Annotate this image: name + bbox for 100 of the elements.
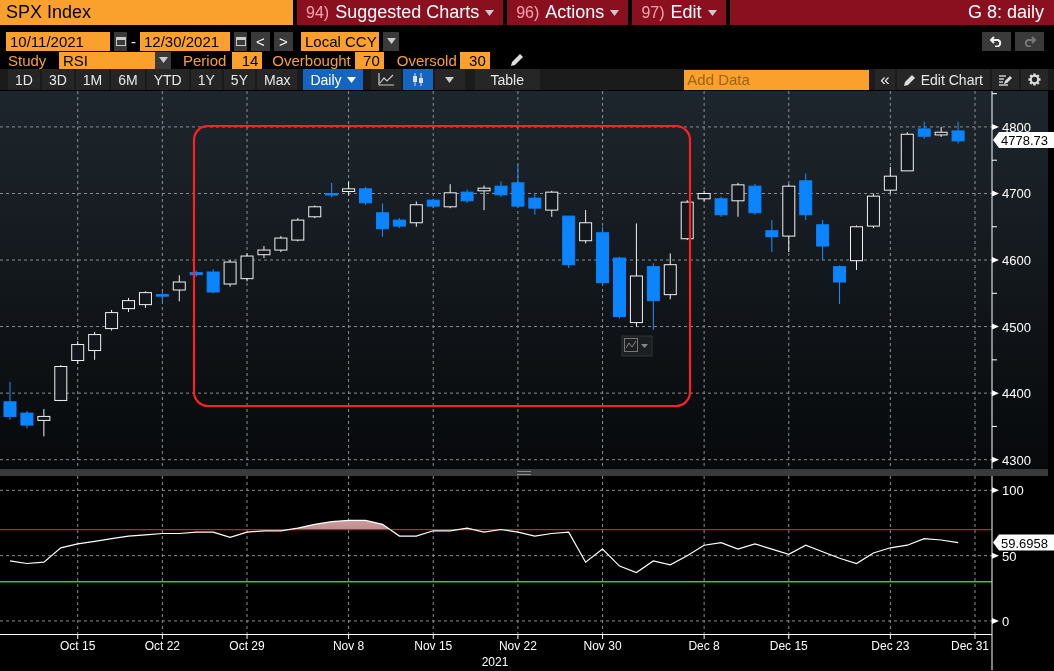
candlestick [359,186,373,206]
period-button[interactable]: Max [256,69,298,90]
menu-button[interactable]: 97) Edit [632,0,726,25]
candlestick [240,252,254,282]
candlestick [799,173,813,221]
candlestick [697,190,711,202]
year-label: 2021 [481,655,509,669]
chart-style-button[interactable] [402,69,433,90]
add-data-field[interactable]: Add Data [684,69,870,90]
frequency-dropdown[interactable]: Daily [303,69,363,90]
candlestick [392,217,406,229]
candlestick [274,235,288,253]
candlestick [545,190,559,218]
date-label: Dec 15 [769,639,808,653]
date-label: Nov 30 [583,639,622,653]
candlestick [223,259,237,288]
axis-label: 4700 [1002,186,1031,202]
caret-icon [610,9,620,16]
period-button[interactable]: 1D [8,69,40,90]
period-button[interactable]: YTD [146,69,189,90]
settings-button[interactable] [1021,69,1048,90]
axis-label: 4600 [1002,253,1031,269]
menu-button[interactable]: 96) Actions [507,0,629,25]
candlestick [917,121,931,140]
candlestick [206,268,220,294]
candlestick [189,270,203,278]
candlestick [562,215,576,269]
menu-button[interactable]: 94) Suggested Charts [297,0,504,25]
candlestick [765,219,779,253]
study-label: Study [8,51,48,69]
caret-icon [485,9,495,16]
next-button[interactable]: > [274,31,293,51]
period-button[interactable]: 5Y [223,69,255,90]
oversold-field[interactable]: 30 [459,51,490,69]
period-button[interactable]: 6M [111,69,145,90]
candlestick [477,185,491,211]
pencil-icon[interactable] [509,53,524,67]
candlestick [3,381,17,421]
candlestick [816,219,830,261]
axis-label: 100 [1002,483,1024,499]
edit-list-button[interactable] [992,69,1019,90]
candlestick [54,364,68,402]
candlestick [138,290,152,309]
axis-label: 0 [1002,613,1010,629]
candlestick [375,202,389,238]
candlestick [596,226,610,286]
candlestick [511,163,525,208]
currency-field[interactable]: Local CCY [301,31,379,51]
caret-icon [346,76,356,83]
collapse-button[interactable]: « [875,69,895,90]
date-field[interactable]: 12/30/2021 [140,31,230,51]
axis-label: 50 [1002,548,1017,564]
calendar-icon[interactable] [234,31,247,51]
candlestick [291,217,305,242]
caret-icon [158,57,168,63]
candlestick [934,126,948,138]
candlestick [37,408,51,437]
candlestick [613,256,626,320]
candlestick [105,309,119,332]
date-label: Dec 31 [951,639,989,653]
period-field[interactable]: 14 [232,51,263,69]
date-label: Nov 15 [414,639,453,653]
undo-icon [990,35,1003,47]
chart-style-button[interactable] [370,69,401,90]
security-field[interactable]: SPX Index [0,0,293,25]
edit-chart-button[interactable]: Edit Chart [896,69,990,90]
period-button[interactable]: 3D [41,69,74,90]
resize-handle-icon[interactable] [517,470,531,475]
dropdown-button[interactable] [434,69,465,90]
date-separator: - [131,32,136,50]
candlestick [900,131,914,172]
chart-title: G 8: daily [967,2,1044,23]
candlestick [460,189,474,204]
caret-icon [386,38,396,44]
date-field[interactable]: 10/11/2021 [6,31,110,51]
period-button[interactable]: 1Y [190,69,222,90]
dropdown-button[interactable] [383,31,399,51]
last-rsi-label: 59.6958 [993,534,1054,551]
previous-button[interactable]: < [251,31,270,51]
chart-type-button[interactable] [621,335,653,357]
study-field[interactable]: RSI [59,51,155,69]
candlestick [122,297,135,313]
calendar-icon[interactable] [114,31,127,51]
candlestick [71,340,85,365]
overbought-field[interactable]: 70 [354,51,384,69]
candlestick [951,121,965,145]
undo-button[interactable] [982,31,1011,51]
candlestick [325,182,339,198]
dropdown-button[interactable] [155,51,171,69]
candlestick [714,196,728,218]
candlestick [172,274,186,302]
candlestick [20,410,34,429]
table-button[interactable]: Table [474,69,540,90]
candlestick [833,264,847,305]
line-chart-icon [377,73,394,86]
period-label: Period [183,51,227,69]
period-button[interactable]: 1M [75,69,110,90]
overbought-label: Overbought [272,51,351,69]
redo-icon [1023,35,1036,47]
candlestick [443,183,457,209]
